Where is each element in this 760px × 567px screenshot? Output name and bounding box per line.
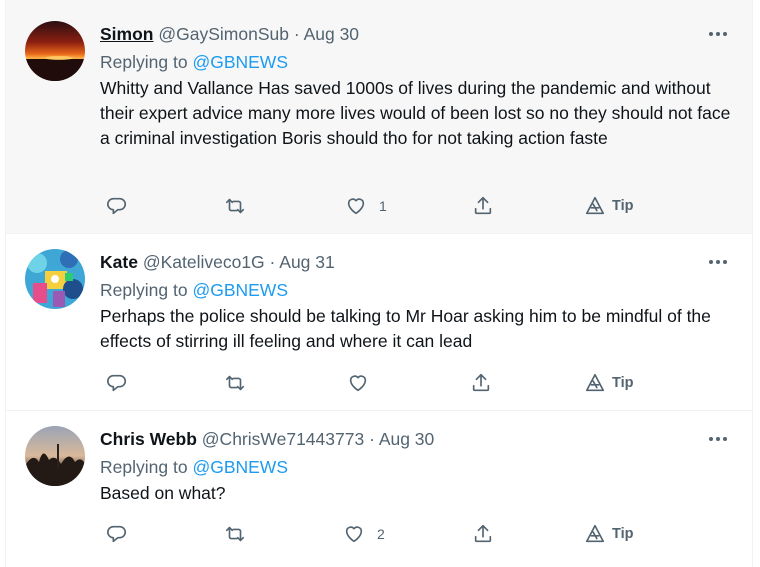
avatar[interactable] [25,426,85,486]
reply-button[interactable] [106,192,128,220]
retweet-icon [225,198,245,214]
like-button[interactable]: 2 [343,520,385,548]
author-name[interactable]: Chris Webb [100,429,197,449]
tweet[interactable]: Simon @GaySimonSub · Aug 30 Replying to … [6,0,752,234]
more-options-icon[interactable] [706,22,730,46]
share-icon [474,196,492,215]
reply-button[interactable] [106,369,128,397]
author-handle[interactable]: @Kateliveco1G [143,252,265,272]
more-options-icon[interactable] [706,427,730,451]
tip-icon [585,524,605,543]
share-icon [472,373,490,392]
tip-label: Tip [612,526,634,542]
tweet-text: Based on what? [100,483,226,503]
separator-dot: · [369,429,375,449]
replying-to-label: Replying to [100,457,188,477]
author-name[interactable]: Simon [100,24,153,44]
tweet-date[interactable]: Aug 31 [279,252,334,272]
mention-link[interactable]: @GBNEWS [192,280,288,300]
mention-link[interactable]: @GBNEWS [192,52,288,72]
retweet-button[interactable] [224,520,246,548]
tip-button[interactable]: Tip [584,369,633,397]
retweet-icon [225,526,245,542]
author-handle[interactable]: @ChrisWe71443773 [202,429,364,449]
reply-icon [107,374,126,392]
heart-icon [347,198,365,215]
retweet-icon [225,375,245,391]
tip-button[interactable]: Tip [584,192,633,220]
retweet-button[interactable] [224,369,246,397]
tweet[interactable]: Kate @Kateliveco1G · Aug 31 Replying to … [6,234,752,411]
share-button[interactable] [472,520,494,548]
tweet-date[interactable]: Aug 30 [379,429,434,449]
reply-icon [107,197,126,215]
separator-dot: · [269,252,276,272]
tweet-text: Perhaps the police should be talking to … [100,306,711,351]
tip-icon [585,196,605,215]
share-icon [474,524,492,543]
tweet-actions: 2 Tip [100,520,732,548]
like-button[interactable] [347,369,381,397]
replying-to-label: Replying to [100,280,188,300]
avatar[interactable] [25,21,85,81]
author-name[interactable]: Kate [100,252,138,272]
replying-to: Replying to @GBNEWS [100,455,732,479]
tip-icon [585,373,605,392]
like-count: 2 [377,526,385,542]
like-count: 1 [379,198,387,214]
replying-to: Replying to @GBNEWS [100,278,732,302]
avatar[interactable] [25,249,85,309]
tweet-text: Whitty and Vallance Has saved 1000s of l… [100,78,731,148]
more-options-icon[interactable] [706,250,730,274]
reply-button[interactable] [106,520,128,548]
separator-dot: · [293,24,300,44]
retweet-button[interactable] [224,192,246,220]
share-button[interactable] [472,192,494,220]
reply-feed: Simon @GaySimonSub · Aug 30 Replying to … [5,0,753,567]
tweet-actions: 1 Tip [100,192,732,220]
author-handle[interactable]: @GaySimonSub [158,24,289,44]
mention-link[interactable]: @GBNEWS [192,457,288,477]
replying-to-label: Replying to [100,52,188,72]
tip-label: Tip [612,375,634,391]
tip-label: Tip [612,198,634,214]
heart-icon [345,526,363,543]
tweet[interactable]: Chris Webb @ChrisWe71443773 · Aug 30 Rep… [6,411,752,567]
share-button[interactable] [470,369,492,397]
reply-icon [107,525,126,543]
tweet-date[interactable]: Aug 30 [304,24,359,44]
replying-to: Replying to @GBNEWS [100,50,732,74]
heart-icon [349,375,367,392]
like-button[interactable]: 1 [345,192,387,220]
tweet-actions: Tip [100,369,732,397]
tip-button[interactable]: Tip [584,520,633,548]
